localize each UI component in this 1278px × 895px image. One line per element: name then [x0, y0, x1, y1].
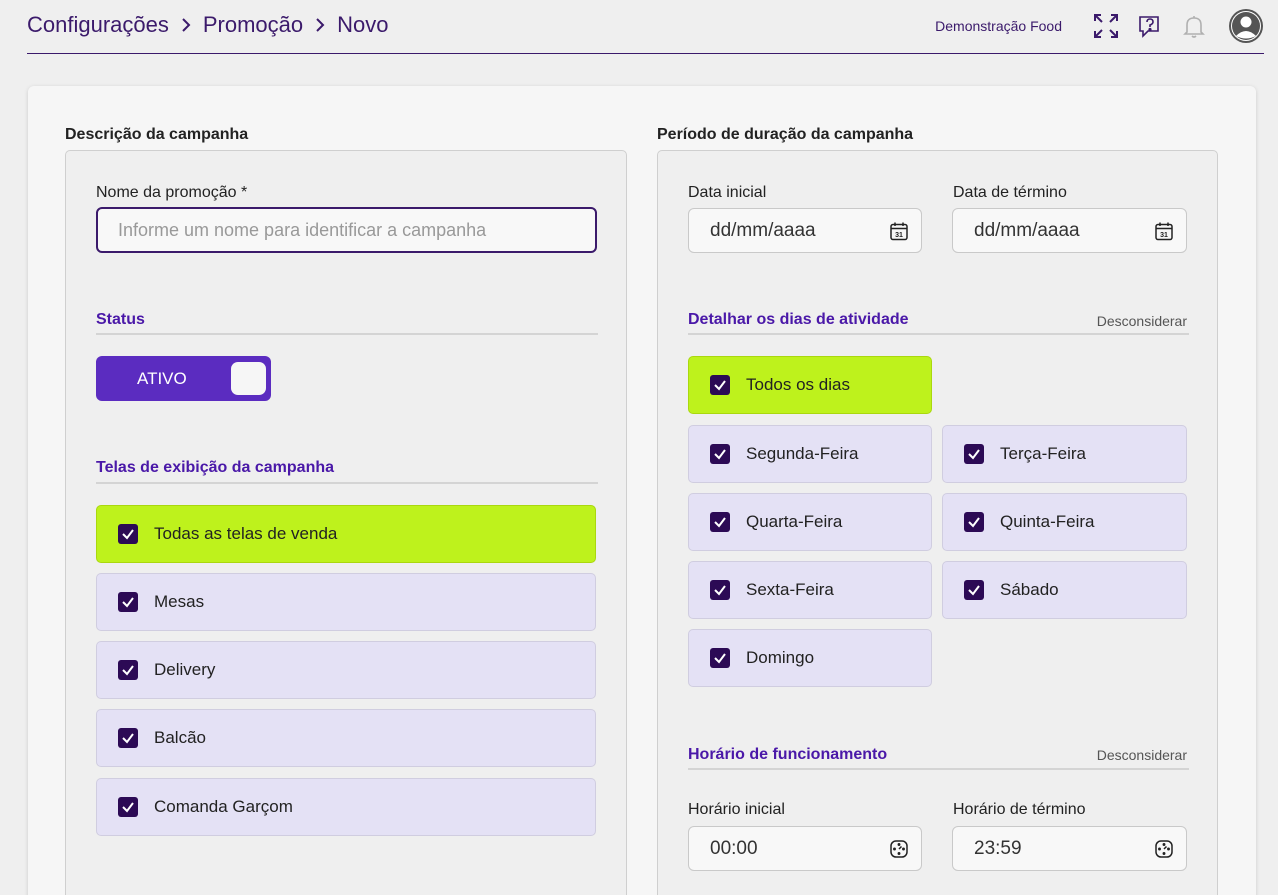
option-label: Todas as telas de venda [154, 524, 338, 543]
option-label: Todos os dias [746, 375, 850, 394]
breadcrumb: Configurações Promoção Novo [27, 12, 389, 38]
option-label: Balcão [154, 728, 206, 747]
top-bar: Configurações Promoção Novo Demonstração… [27, 0, 1264, 54]
screen-option-all[interactable]: Todas as telas de venda [96, 505, 596, 563]
divider [688, 768, 1189, 770]
clock-icon[interactable] [1154, 839, 1174, 859]
option-label: Sábado [1000, 580, 1059, 599]
checkbox-checked-icon[interactable] [710, 648, 730, 668]
option-label: Sexta-Feira [746, 580, 834, 599]
start-date-label: Data inicial [688, 184, 767, 201]
screen-option-delivery[interactable]: Delivery [96, 641, 596, 699]
clock-icon[interactable] [889, 839, 909, 859]
chevron-right-icon [181, 17, 191, 33]
end-date-input[interactable]: dd/mm/aaaa 31 [952, 208, 1187, 253]
promotion-name-label: Nome da promoção * [96, 184, 248, 201]
option-label: Mesas [154, 592, 205, 611]
screens-title: Telas de exibição da campanha [96, 459, 335, 476]
start-date-value: dd/mm/aaaa [710, 219, 816, 241]
checkbox-checked-icon[interactable] [710, 375, 730, 395]
checkbox-checked-icon[interactable] [118, 524, 138, 544]
status-title: Status [96, 311, 145, 328]
breadcrumb-item-novo: Novo [337, 12, 389, 37]
checkbox-checked-icon[interactable] [964, 444, 984, 464]
day-option-sexta[interactable]: Sexta-Feira [688, 561, 932, 619]
bell-icon[interactable] [1180, 12, 1208, 40]
activity-days-title: Detalhar os dias de atividade [688, 311, 909, 328]
option-label: Terça-Feira [1000, 444, 1086, 463]
end-time-input[interactable]: 23:59 [952, 826, 1187, 871]
opening-hours-title: Horário de funcionamento [688, 746, 888, 763]
campaign-description-title: Descrição da campanha [65, 126, 249, 143]
calendar-icon[interactable]: 31 [889, 221, 909, 241]
toggle-knob [231, 362, 266, 395]
avatar[interactable] [1228, 8, 1264, 44]
checkbox-checked-icon[interactable] [118, 660, 138, 680]
breadcrumb-item-configuracoes[interactable]: Configurações [27, 12, 169, 38]
help-icon[interactable] [1136, 12, 1164, 40]
option-label: Quinta-Feira [1000, 512, 1095, 531]
checkbox-checked-icon[interactable] [118, 797, 138, 817]
promotion-name-input[interactable]: Informe um nome para identificar a campa… [96, 207, 597, 253]
day-option-terca[interactable]: Terça-Feira [942, 425, 1187, 483]
day-option-quinta[interactable]: Quinta-Feira [942, 493, 1187, 551]
days-disregard-link[interactable]: Desconsiderar [1097, 313, 1187, 329]
checkbox-checked-icon[interactable] [964, 580, 984, 600]
status-toggle[interactable]: ATIVO [96, 356, 271, 401]
day-option-sabado[interactable]: Sábado [942, 561, 1187, 619]
screen-option-mesas[interactable]: Mesas [96, 573, 596, 631]
company-name[interactable]: Demonstração Food [935, 18, 1062, 34]
svg-text:31: 31 [1160, 232, 1168, 239]
fullscreen-icon[interactable] [1092, 12, 1120, 40]
divider [688, 333, 1189, 335]
option-label: Segunda-Feira [746, 444, 859, 463]
day-option-segunda[interactable]: Segunda-Feira [688, 425, 932, 483]
day-option-quarta[interactable]: Quarta-Feira [688, 493, 932, 551]
checkbox-checked-icon[interactable] [710, 512, 730, 532]
option-label: Comanda Garçom [154, 797, 293, 816]
day-option-domingo[interactable]: Domingo [688, 629, 932, 687]
option-label: Domingo [746, 648, 815, 667]
start-time-label: Horário inicial [688, 801, 785, 818]
status-toggle-label: ATIVO [137, 368, 187, 388]
screen-option-balcao[interactable]: Balcão [96, 709, 596, 767]
divider [96, 482, 598, 484]
end-time-label: Horário de término [953, 801, 1086, 818]
end-date-label: Data de término [953, 184, 1067, 201]
end-date-value: dd/mm/aaaa [974, 219, 1080, 241]
checkbox-checked-icon[interactable] [118, 592, 138, 612]
svg-text:31: 31 [895, 232, 903, 239]
hours-disregard-link[interactable]: Desconsiderar [1097, 747, 1187, 763]
option-label: Quarta-Feira [746, 512, 843, 531]
divider [96, 333, 598, 335]
option-label: Delivery [154, 660, 216, 679]
calendar-icon[interactable]: 31 [1154, 221, 1174, 241]
end-time-value: 23:59 [974, 837, 1022, 859]
start-time-input[interactable]: 00:00 [688, 826, 922, 871]
day-option-all[interactable]: Todos os dias [688, 356, 932, 414]
campaign-period-title: Período de duração da campanha [657, 126, 914, 143]
start-time-value: 00:00 [710, 837, 758, 859]
screen-option-comanda[interactable]: Comanda Garçom [96, 778, 596, 836]
checkbox-checked-icon[interactable] [118, 728, 138, 748]
chevron-right-icon [315, 17, 325, 33]
checkbox-checked-icon[interactable] [964, 512, 984, 532]
start-date-input[interactable]: dd/mm/aaaa 31 [688, 208, 922, 253]
breadcrumb-item-promocao[interactable]: Promoção [203, 12, 303, 38]
checkbox-checked-icon[interactable] [710, 580, 730, 600]
checkbox-checked-icon[interactable] [710, 444, 730, 464]
